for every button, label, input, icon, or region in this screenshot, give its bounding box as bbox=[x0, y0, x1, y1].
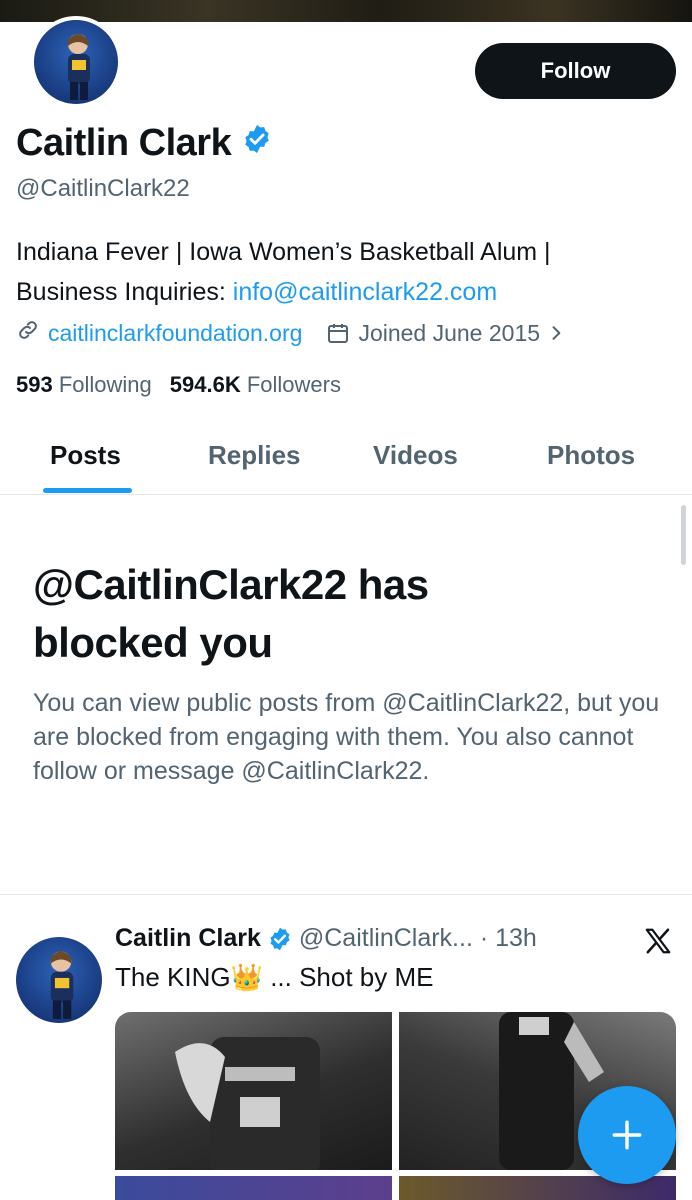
joined-date: Joined June 2015 bbox=[358, 319, 541, 346]
bio-line-1: Indiana Fever | Iowa Women’s Basketball … bbox=[16, 238, 551, 266]
followers-stat[interactable]: 594.6K Followers bbox=[170, 372, 341, 398]
link-icon bbox=[16, 318, 40, 348]
verified-badge-icon[interactable] bbox=[241, 122, 273, 165]
profile-meta: caitlinclarkfoundation.org Joined June 2… bbox=[16, 318, 566, 348]
plus-icon bbox=[612, 1120, 642, 1150]
joined-date-button[interactable]: Joined June 2015 bbox=[326, 320, 566, 347]
follow-button[interactable]: Follow bbox=[475, 43, 676, 99]
profile-avatar[interactable] bbox=[30, 16, 122, 108]
tab-photos[interactable]: Photos bbox=[547, 440, 635, 471]
profile-name-row: Caitlin Clark bbox=[16, 122, 273, 165]
profile-name: Caitlin Clark bbox=[16, 122, 232, 164]
blocked-title-line-1: @CaitlinClark22 has bbox=[33, 561, 429, 608]
profile-website-link[interactable]: caitlinclarkfoundation.org bbox=[48, 320, 302, 347]
profile-bio: Indiana Fever | Iowa Women’s Basketball … bbox=[16, 232, 676, 312]
tab-posts[interactable]: Posts bbox=[50, 440, 121, 471]
following-count: 593 bbox=[16, 372, 53, 397]
post-author-name[interactable]: Caitlin Clark bbox=[115, 924, 261, 953]
tab-replies[interactable]: Replies bbox=[208, 440, 301, 471]
active-tab-indicator bbox=[43, 488, 132, 493]
profile-tabs: Posts Replies Videos Photos bbox=[0, 420, 692, 495]
calendar-icon bbox=[328, 324, 349, 343]
chevron-right-icon bbox=[552, 326, 561, 340]
player-photo bbox=[175, 1037, 320, 1177]
section-divider bbox=[0, 894, 692, 895]
following-label: Following bbox=[58, 372, 152, 397]
blocked-title-line-2: blocked you bbox=[33, 619, 273, 666]
post-image-3[interactable] bbox=[115, 1176, 392, 1200]
bio-line-2: Business Inquiries: info@caitlinclark22.… bbox=[16, 272, 676, 312]
post-handle-time: @CaitlinClark... · 13h bbox=[298, 924, 537, 952]
post-image-1[interactable] bbox=[115, 1012, 392, 1177]
post-header: Caitlin Clark @CaitlinClark... · 13h bbox=[115, 924, 537, 953]
post-author-avatar[interactable] bbox=[16, 937, 102, 1023]
blocked-message: You can view public posts from @CaitlinC… bbox=[33, 689, 660, 785]
followers-label: Followers bbox=[246, 372, 341, 397]
profile-banner[interactable] bbox=[0, 0, 692, 22]
compose-button[interactable] bbox=[578, 1086, 676, 1184]
bio-inquiries-label: Business Inquiries: bbox=[16, 278, 233, 306]
bio-email-link[interactable]: info@caitlinclark22.com bbox=[233, 278, 497, 306]
blocked-title: @CaitlinClark22 has blocked you bbox=[33, 556, 653, 672]
tab-videos[interactable]: Videos bbox=[373, 440, 458, 471]
profile-stats: 593 Following 594.6K Followers bbox=[16, 372, 359, 398]
scrollbar-thumb[interactable] bbox=[681, 505, 686, 565]
followers-count: 594.6K bbox=[169, 372, 241, 397]
profile-handle: @CaitlinClark22 bbox=[16, 175, 190, 202]
avatar-photo bbox=[50, 951, 74, 1019]
following-stat[interactable]: 593 Following bbox=[16, 372, 152, 398]
post-text: The KING👑 ... Shot by ME bbox=[115, 962, 434, 992]
x-logo-icon[interactable] bbox=[642, 926, 674, 956]
avatar-photo bbox=[68, 34, 90, 100]
verified-badge-icon bbox=[267, 926, 293, 952]
